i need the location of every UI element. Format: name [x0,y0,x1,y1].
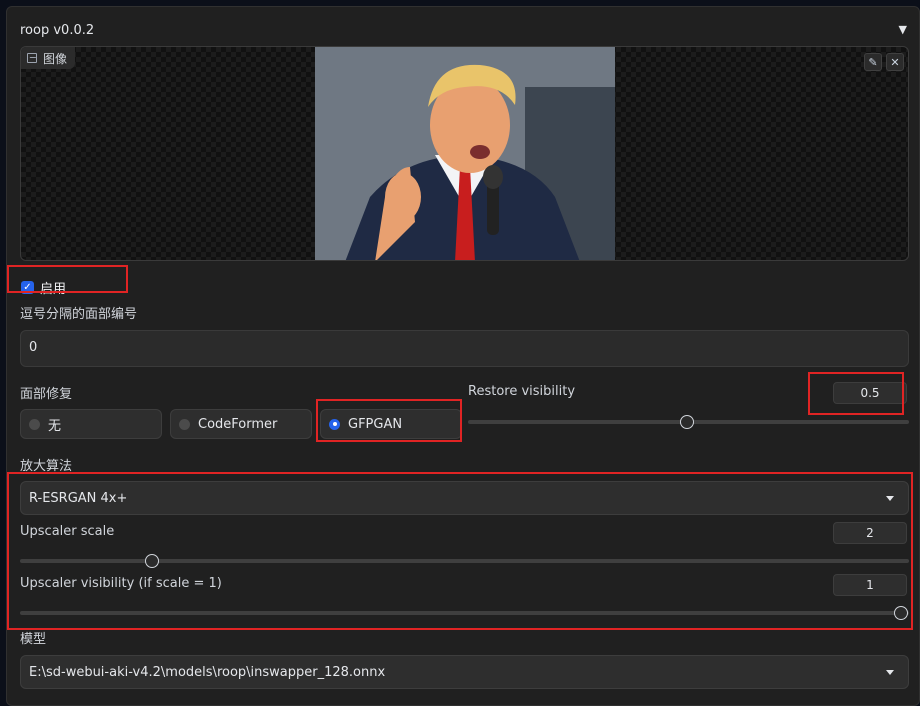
radio-codeformer[interactable]: CodeFormer [170,409,312,439]
image-label: 图像 [21,47,76,69]
highlight-box-upscaler-section [7,472,913,630]
image-tools: ✎ ✕ [864,53,904,71]
person-photo-illustration [315,47,615,260]
close-icon[interactable]: ✕ [886,53,904,71]
radio-none[interactable]: 无 [20,409,162,439]
panel-title: roop v0.0.2 [20,23,95,38]
edit-icon[interactable]: ✎ [864,53,882,71]
chevron-down-icon [886,670,894,675]
face-index-input[interactable]: 0 [20,330,909,367]
highlight-box-restore-visibility [808,372,904,415]
model-selected: E:\sd-webui-aki-v4.2\models\roop\inswapp… [29,664,386,680]
collapse-icon[interactable]: ▼ [899,23,907,36]
radio-none-dot[interactable] [29,418,40,430]
image-label-text: 图像 [43,51,68,66]
face-index-label: 逗号分隔的面部编号 [20,307,138,322]
source-face-image [315,47,615,260]
restore-visibility-thumb[interactable] [680,415,694,429]
model-label: 模型 [20,632,47,647]
model-dropdown[interactable]: E:\sd-webui-aki-v4.2\models\roop\inswapp… [20,655,909,689]
image-icon [27,53,37,63]
restore-visibility-label: Restore visibility [468,384,576,399]
image-upload-area[interactable]: 图像 ✎ ✕ [20,46,909,261]
radio-codeformer-dot[interactable] [179,418,190,430]
highlight-box-enable [7,265,128,293]
radio-none-label: 无 [48,418,62,434]
radio-codeformer-label: CodeFormer [198,416,278,432]
highlight-box-gfpgan [316,399,462,442]
restore-face-label: 面部修复 [20,387,73,402]
